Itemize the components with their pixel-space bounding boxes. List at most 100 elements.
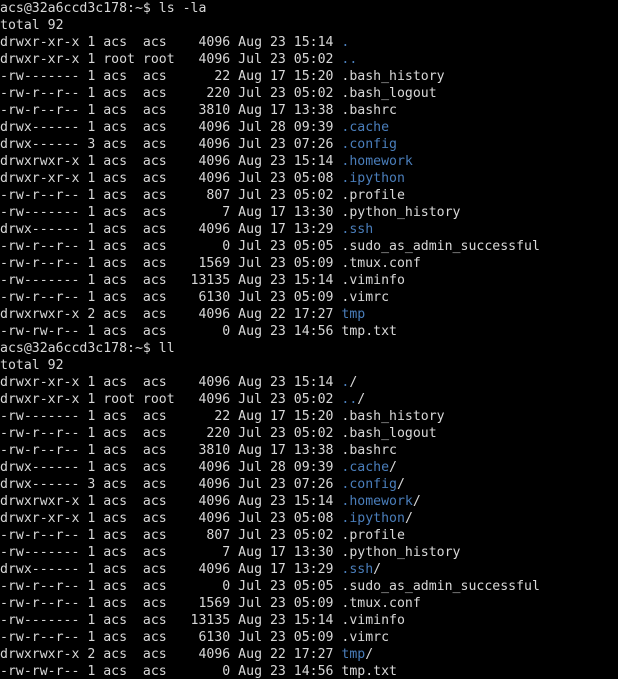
dir-slash-indicator: / [404,511,413,526]
file-metadata: drwxrwxr-x 1 acs acs 4096 Aug 23 15:14 [0,494,342,509]
file-list-row[interactable]: -rw-r--r-- 1 acs acs 3810 Aug 17 13:38 .… [0,102,618,119]
file-list-row[interactable]: drwxrwxr-x 2 acs acs 4096 Aug 22 17:27 t… [0,646,618,663]
file-metadata: drwx------ 3 acs acs 4096 Jul 23 07:26 [0,137,342,152]
file-list-row[interactable]: drwxrwxr-x 2 acs acs 4096 Aug 22 17:27 t… [0,306,618,323]
file-list-row[interactable]: -rw------- 1 acs acs 7 Aug 17 13:30 .pyt… [0,544,618,561]
file-metadata: drwxrwxr-x 2 acs acs 4096 Aug 22 17:27 [0,307,342,322]
file-metadata: drwx------ 1 acs acs 4096 Jul 28 09:39 [0,460,342,475]
directory-name[interactable]: tmp [341,307,365,322]
prompt-line[interactable]: acs@32a6ccd3c178:~$ ll [0,340,618,357]
directory-name[interactable]: .homework [341,494,412,509]
file-metadata: drwxrwxr-x 2 acs acs 4096 Aug 22 17:27 [0,647,342,662]
file-metadata: -rw------- 1 acs acs 7 Aug 17 13:30 [0,205,342,220]
file-metadata: drwxr-xr-x 1 root root 4096 Jul 23 05:02 [0,52,342,67]
file-list-row[interactable]: drwxr-xr-x 1 acs acs 4096 Aug 23 15:14 . [0,34,618,51]
file-list-row[interactable]: -rw-rw-r-- 1 acs acs 0 Aug 23 14:56 tmp.… [0,663,618,679]
file-metadata: -rw------- 1 acs acs 22 Aug 17 15:20 [0,69,342,84]
file-name[interactable]: .bash_history [341,69,444,84]
file-list-row[interactable]: -rw------- 1 acs acs 22 Aug 17 15:20 .ba… [0,68,618,85]
prompt-line[interactable]: acs@32a6ccd3c178:~$ ls -la [0,0,618,17]
total-text: total 92 [0,18,64,33]
file-name[interactable]: .tmux.conf [341,256,420,271]
file-list-row[interactable]: -rw-r--r-- 1 acs acs 807 Jul 23 05:02 .p… [0,187,618,204]
file-list-row[interactable]: -rw------- 1 acs acs 13135 Aug 23 15:14 … [0,612,618,629]
total-text: total 92 [0,358,64,373]
file-name[interactable]: .viminfo [341,613,405,628]
file-list-row[interactable]: -rw-r--r-- 1 acs acs 1569 Jul 23 05:09 .… [0,255,618,272]
file-metadata: drwxrwxr-x 1 acs acs 4096 Aug 23 15:14 [0,154,342,169]
file-list-row[interactable]: -rw-rw-r-- 1 acs acs 0 Aug 23 14:56 tmp.… [0,323,618,340]
shell-prompt: acs@32a6ccd3c178:~$ [0,1,159,16]
file-name[interactable]: .python_history [341,205,460,220]
file-list-row[interactable]: -rw-r--r-- 1 acs acs 6130 Jul 23 05:09 .… [0,289,618,306]
file-list-row[interactable]: drwxrwxr-x 1 acs acs 4096 Aug 23 15:14 .… [0,153,618,170]
file-name[interactable]: .tmux.conf [341,596,420,611]
file-list-row[interactable]: drwx------ 3 acs acs 4096 Jul 23 07:26 .… [0,136,618,153]
file-name[interactable]: .bashrc [341,103,397,118]
file-name[interactable]: .profile [341,188,405,203]
file-name[interactable]: .python_history [341,545,460,560]
file-list-row[interactable]: -rw-r--r-- 1 acs acs 1569 Jul 23 05:09 .… [0,595,618,612]
file-list-row[interactable]: drwx------ 1 acs acs 4096 Aug 17 13:29 .… [0,221,618,238]
file-list-row[interactable]: drwxr-xr-x 1 acs acs 4096 Jul 23 05:08 .… [0,170,618,187]
file-name[interactable]: .sudo_as_admin_successful [341,239,540,254]
directory-name[interactable]: .. [341,52,357,67]
directory-name[interactable]: .ipython [341,511,405,526]
directory-name[interactable]: .homework [341,154,412,169]
file-list-row[interactable]: -rw-r--r-- 1 acs acs 6130 Jul 23 05:09 .… [0,629,618,646]
directory-name[interactable]: .cache [341,460,389,475]
directory-name[interactable]: . [341,35,349,50]
file-metadata: drwx------ 1 acs acs 4096 Aug 17 13:29 [0,562,342,577]
file-name[interactable]: .vimrc [341,630,389,645]
terminal-window[interactable]: acs@32a6ccd3c178:~$ ls -la total 92 drwxr-… [0,0,618,679]
file-metadata: -rw-r--r-- 1 acs acs 3810 Aug 17 13:38 [0,103,342,118]
file-metadata: -rw------- 1 acs acs 13135 Aug 23 15:14 [0,273,342,288]
file-list-row[interactable]: -rw------- 1 acs acs 22 Aug 17 15:20 .ba… [0,408,618,425]
file-metadata: drwx------ 1 acs acs 4096 Jul 28 09:39 [0,120,342,135]
dir-slash-indicator: / [389,460,397,475]
directory-name[interactable]: tmp [341,647,365,662]
file-list-row[interactable]: drwxr-xr-x 1 acs acs 4096 Aug 23 15:14 .… [0,374,618,391]
file-list-row[interactable]: drwx------ 3 acs acs 4096 Jul 23 07:26 .… [0,476,618,493]
file-list-row[interactable]: drwx------ 1 acs acs 4096 Jul 28 09:39 .… [0,459,618,476]
directory-name[interactable]: .cache [341,120,389,135]
file-list-row[interactable]: drwxr-xr-x 1 root root 4096 Jul 23 05:02… [0,391,618,408]
file-list-row[interactable]: drwx------ 1 acs acs 4096 Aug 17 13:29 .… [0,561,618,578]
file-list-row[interactable]: -rw------- 1 acs acs 7 Aug 17 13:30 .pyt… [0,204,618,221]
file-metadata: -rw-r--r-- 1 acs acs 220 Jul 23 05:02 [0,426,342,441]
file-name[interactable]: .sudo_as_admin_successful [341,579,540,594]
file-name[interactable]: .bash_history [341,409,444,424]
file-metadata: -rw------- 1 acs acs 22 Aug 17 15:20 [0,409,342,424]
file-list-row[interactable]: -rw-r--r-- 1 acs acs 220 Jul 23 05:02 .b… [0,425,618,442]
file-name[interactable]: .viminfo [341,273,405,288]
file-name[interactable]: .profile [341,528,405,543]
file-name[interactable]: .bashrc [341,443,397,458]
directory-name[interactable]: .config [341,137,397,152]
file-list-row[interactable]: -rw-r--r-- 1 acs acs 0 Jul 23 05:05 .sud… [0,578,618,595]
file-name[interactable]: .bash_logout [341,426,436,441]
directory-name[interactable]: .. [341,392,357,407]
file-list-row[interactable]: drwxr-xr-x 1 root root 4096 Jul 23 05:02… [0,51,618,68]
file-name[interactable]: tmp.txt [341,324,397,339]
file-list-row[interactable]: -rw-r--r-- 1 acs acs 0 Jul 23 05:05 .sud… [0,238,618,255]
file-metadata: drwx------ 1 acs acs 4096 Aug 17 13:29 [0,222,342,237]
file-list-row[interactable]: -rw-r--r-- 1 acs acs 220 Jul 23 05:02 .b… [0,85,618,102]
file-name[interactable]: .bash_logout [341,86,436,101]
file-list-row[interactable]: -rw-r--r-- 1 acs acs 807 Jul 23 05:02 .p… [0,527,618,544]
directory-name[interactable]: .ssh [341,562,373,577]
file-list-row[interactable]: drwxr-xr-x 1 acs acs 4096 Jul 23 05:08 .… [0,510,618,527]
file-list-row[interactable]: -rw------- 1 acs acs 13135 Aug 23 15:14 … [0,272,618,289]
file-metadata: -rw-rw-r-- 1 acs acs 0 Aug 23 14:56 [0,664,342,679]
file-list-row[interactable]: -rw-r--r-- 1 acs acs 3810 Aug 17 13:38 .… [0,442,618,459]
file-name[interactable]: .vimrc [341,290,389,305]
file-list-row[interactable]: drwxrwxr-x 1 acs acs 4096 Aug 23 15:14 .… [0,493,618,510]
file-metadata: -rw-rw-r-- 1 acs acs 0 Aug 23 14:56 [0,324,342,339]
dir-slash-indicator: / [365,647,374,662]
file-name[interactable]: tmp.txt [341,664,397,679]
file-list-row[interactable]: drwx------ 1 acs acs 4096 Jul 28 09:39 .… [0,119,618,136]
directory-name[interactable]: .ipython [341,171,405,186]
directory-name[interactable]: .config [341,477,397,492]
directory-name[interactable]: .ssh [341,222,373,237]
dir-slash-indicator: / [349,375,358,390]
file-metadata: -rw-r--r-- 1 acs acs 1569 Jul 23 05:09 [0,256,342,271]
